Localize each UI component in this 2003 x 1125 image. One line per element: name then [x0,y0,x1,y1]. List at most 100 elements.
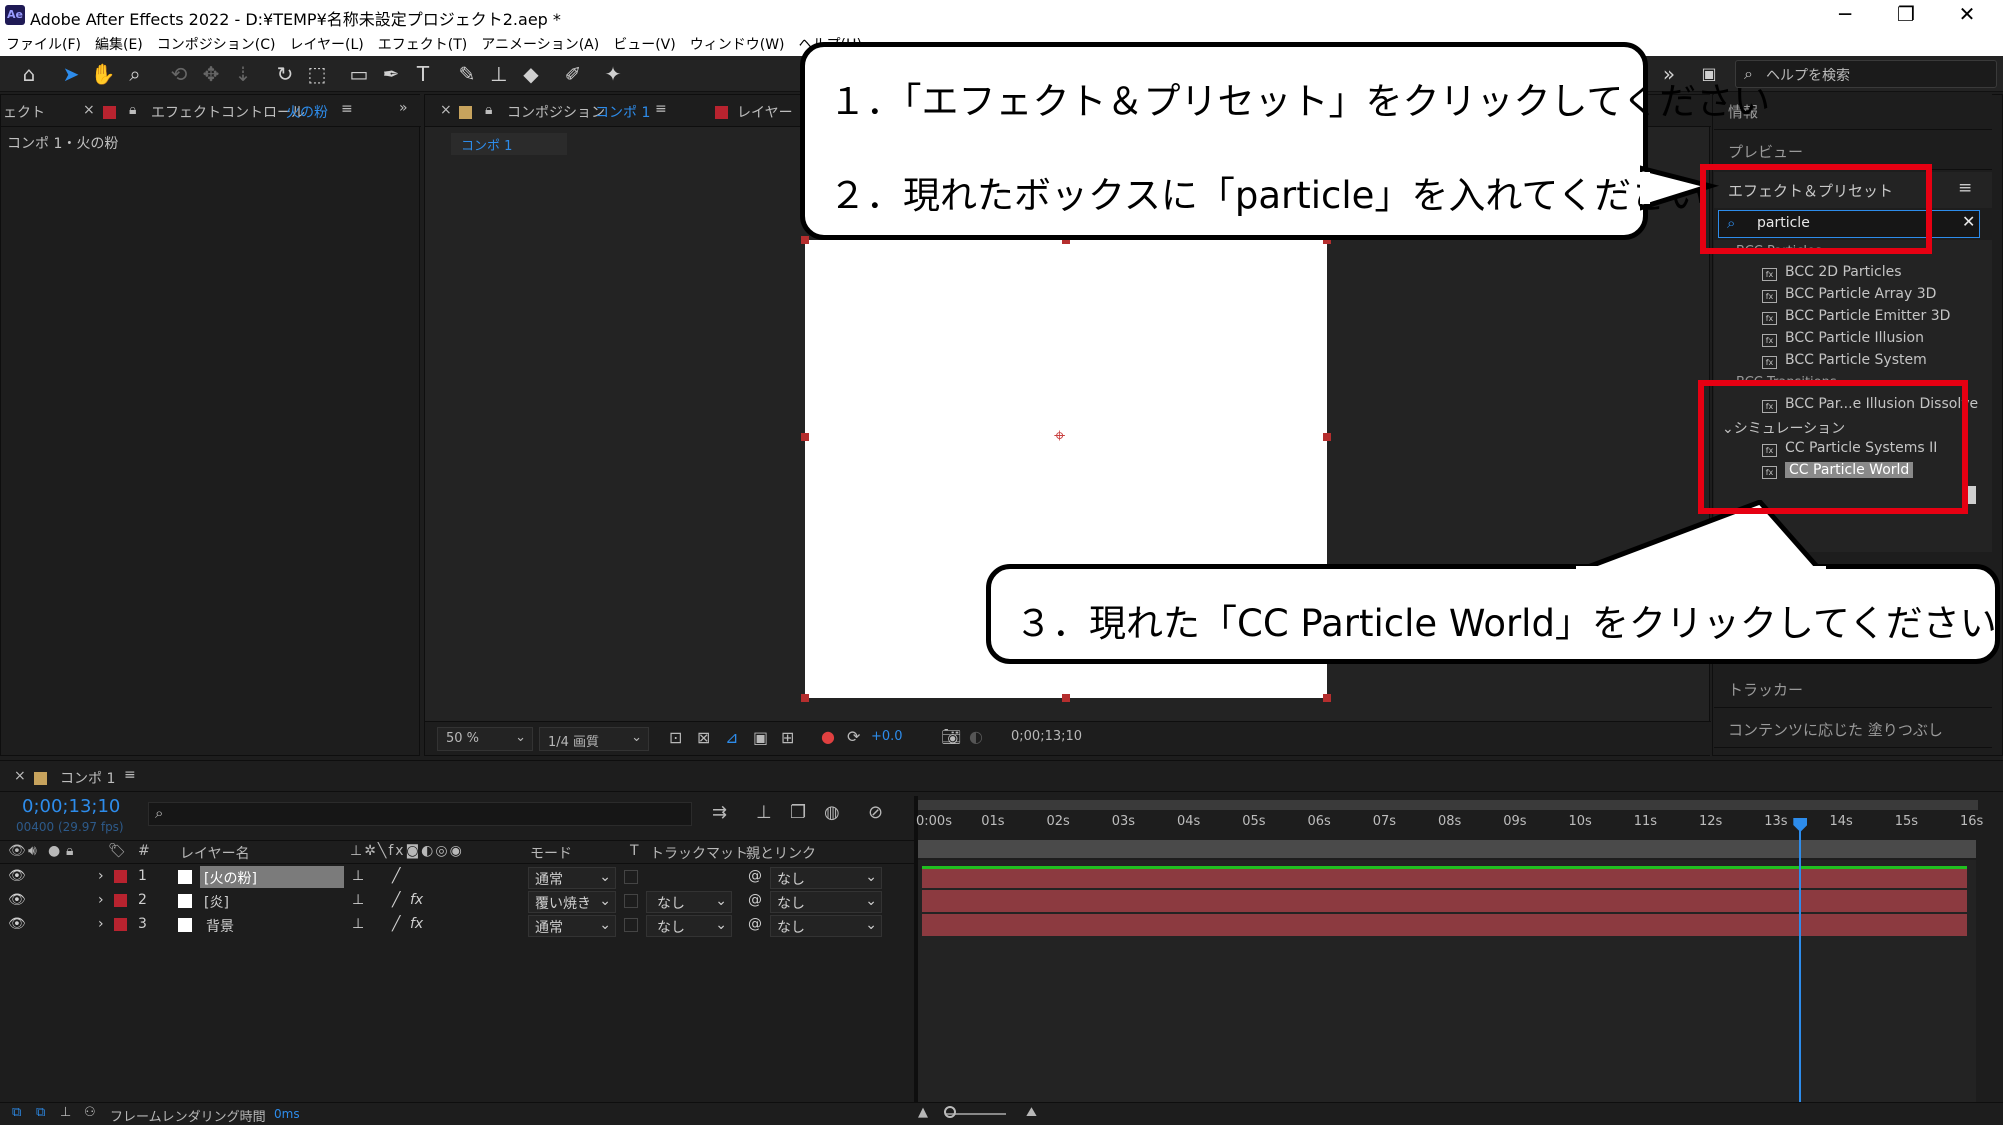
color-management-icon[interactable]: ⟳ [847,727,860,746]
layer-row[interactable]: 👁︎ › 2 [炎] ⊥ ╱ fx 覆い焼き ⌄ なし ⌄ @ なし ⌄ [0,890,915,914]
layer-row[interactable]: 👁︎ › 3 背景 ⊥ ╱ fx 通常 ⌄ なし ⌄ @ なし ⌄ [0,914,915,938]
fast-preview-icon[interactable]: ⊡ [669,728,682,747]
effects-scrollbar[interactable] [1968,486,1976,504]
playhead[interactable] [1799,820,1802,1102]
composition-tab-label[interactable]: コンポジション [507,102,605,122]
zoom-in-icon[interactable]: ⛰ [1026,1105,1037,1120]
lock-icon[interactable]: 🔒︎ [66,843,73,859]
layer-color-icon[interactable] [114,870,127,886]
quality-switch-icon[interactable]: ╱ [392,868,400,884]
panel-menu-icon[interactable]: ≡ [341,101,353,117]
rectangle-tool-icon[interactable]: ▭ [346,62,372,86]
brush-tool-icon[interactable]: ✎ [454,62,480,86]
effect-item[interactable]: fx BCC 2D Particles [1762,264,1902,281]
in-out-icon[interactable]: ⊥ [60,1105,71,1120]
audio-icon[interactable]: 🔊︎ [28,843,37,859]
timeline-search-input[interactable]: ⌕ [148,802,692,826]
anchor-point-icon[interactable]: ⌖ [1054,423,1065,447]
expand-arrow-icon[interactable]: › [98,892,104,908]
layer-color-icon[interactable] [114,894,127,910]
eye-icon[interactable]: 👁︎ [8,868,26,884]
effect-controls-tab-label[interactable]: エフェクトコントロール [151,102,305,122]
timeline-zoom-thumb[interactable] [944,1106,956,1118]
menu-file[interactable]: ファイル(F) [6,34,81,54]
menu-layer[interactable]: レイヤー(L) [289,34,363,54]
track-matte-dropdown[interactable]: なし ⌄ [646,915,732,937]
menu-composition[interactable]: コンポジション(C) [157,34,276,54]
orbit-tool-icon[interactable]: ⟲ [166,62,192,86]
expand-arrow-icon[interactable]: › [98,916,104,932]
hand-tool-icon[interactable]: ✋ [90,62,116,86]
show-snapshot-icon[interactable]: ◐ [969,727,983,746]
effect-item[interactable]: fx BCC Particle System [1762,352,1927,369]
blend-mode-dropdown[interactable]: 通常 ⌄ [528,915,616,937]
pickwhip-icon[interactable]: @ [748,868,762,884]
channel-rgb-icon[interactable]: ● [821,727,835,746]
blend-mode-dropdown[interactable]: 通常 ⌄ [528,867,616,889]
layer-name[interactable]: [火の粉] [200,866,344,888]
snapshot-icon[interactable]: 📷︎ [941,727,961,746]
panel-expand-icon[interactable]: » [399,100,408,116]
close-button[interactable]: ✕ [1937,2,1997,26]
content-aware-fill-header[interactable]: コンテンツに応じた 塗りつぶし [1714,710,1992,748]
stamp-tool-icon[interactable]: ⊥ [486,62,512,86]
comp-panel-menu-icon[interactable]: ≡ [655,101,667,117]
expand-arrow-icon[interactable]: › [98,868,104,884]
comp-sub-tab[interactable]: コンポ 1 [451,133,567,155]
help-search-box[interactable]: ⌕ ヘルプを検索 [1735,60,1997,88]
fx-switch[interactable]: fx [410,916,423,932]
lock-icon[interactable]: 🔒︎ [129,102,136,118]
effect-item[interactable]: fx BCC Particle Array 3D [1762,286,1936,303]
layer-row[interactable]: 👁︎ › 1 [火の粉] ⊥ ╱ 通常 ⌄ @ なし ⌄ [0,866,915,890]
timeline-menu-icon[interactable]: ≡ [124,767,136,783]
modes-icon[interactable]: ⧉ [36,1105,45,1120]
exposure-value[interactable]: +0.0 [871,729,903,744]
quality-dropdown[interactable]: 1/4 画質 ⌄ [539,727,649,751]
quality-switch-icon[interactable]: ╱ [392,916,400,932]
transform-handle[interactable] [801,694,809,702]
roto-brush-icon[interactable]: ✐ [560,62,586,86]
preserve-transparency-checkbox[interactable] [624,918,638,932]
quality-switch-icon[interactable]: ╱ [392,892,400,908]
effects-menu-icon[interactable]: ≡ [1958,178,1972,198]
layer-color-icon[interactable] [114,918,127,934]
timeline-timecode[interactable]: 0;00;13;10 [22,796,120,817]
help-search-placeholder[interactable]: ヘルプを検索 [1766,65,1850,85]
rotate-tool-icon[interactable]: ↻ [272,62,298,86]
transform-handle[interactable] [801,433,809,441]
home-icon[interactable]: ⌂ [16,62,42,86]
timeline-tab-close-icon[interactable]: × [14,768,26,784]
effect-item[interactable]: fx BCC Particle Emitter 3D [1762,308,1950,325]
transparency-grid-icon[interactable]: ⊠ [697,728,710,747]
eye-icon[interactable]: 👁︎ [8,892,26,908]
shy-switch-icon[interactable]: ⊥ [352,916,364,932]
tab-close-icon[interactable]: × [83,102,95,118]
shy-switch-icon[interactable]: ⊥ [352,868,364,884]
minimize-button[interactable]: ─ [1815,2,1875,26]
transform-handle[interactable] [1062,694,1070,702]
layer-switches-icon[interactable]: ⧉ [12,1105,21,1120]
parent-dropdown[interactable]: なし ⌄ [770,915,882,937]
work-area-bar[interactable] [918,800,1978,810]
project-tab-fragment[interactable]: ェクト [3,102,45,122]
preserve-transparency-checkbox[interactable] [624,870,638,884]
fx-switch[interactable]: fx [410,892,423,908]
zoom-dropdown[interactable]: 50 % ⌄ [437,727,533,751]
mask-visibility-icon[interactable]: ⊿ [725,728,738,747]
menu-edit[interactable]: 編集(E) [95,34,143,54]
blend-mode-dropdown[interactable]: 覆い焼き ⌄ [528,891,616,913]
layer-duration-bar[interactable] [922,866,1967,888]
tracker-panel-header[interactable]: トラッカー [1714,670,1992,708]
pickwhip-icon[interactable]: @ [748,916,762,932]
anchor-tool-icon[interactable]: ⬚ [304,62,330,86]
puppet-pin-icon[interactable]: ✦ [600,62,626,86]
comp-tab-close-icon[interactable]: × [440,102,452,118]
draft-3d-icon[interactable]: ⊥ [756,802,772,823]
parent-dropdown[interactable]: なし ⌄ [770,867,882,889]
solo-icon[interactable]: ● [48,843,60,859]
timeline-tab-label[interactable]: コンポ 1 [60,768,115,788]
frame-blending-icon[interactable]: ◍ [824,802,840,823]
parent-dropdown[interactable]: なし ⌄ [770,891,882,913]
pan-tool-icon[interactable]: ✥ [198,62,224,86]
layer-duration-bar[interactable] [922,890,1967,912]
